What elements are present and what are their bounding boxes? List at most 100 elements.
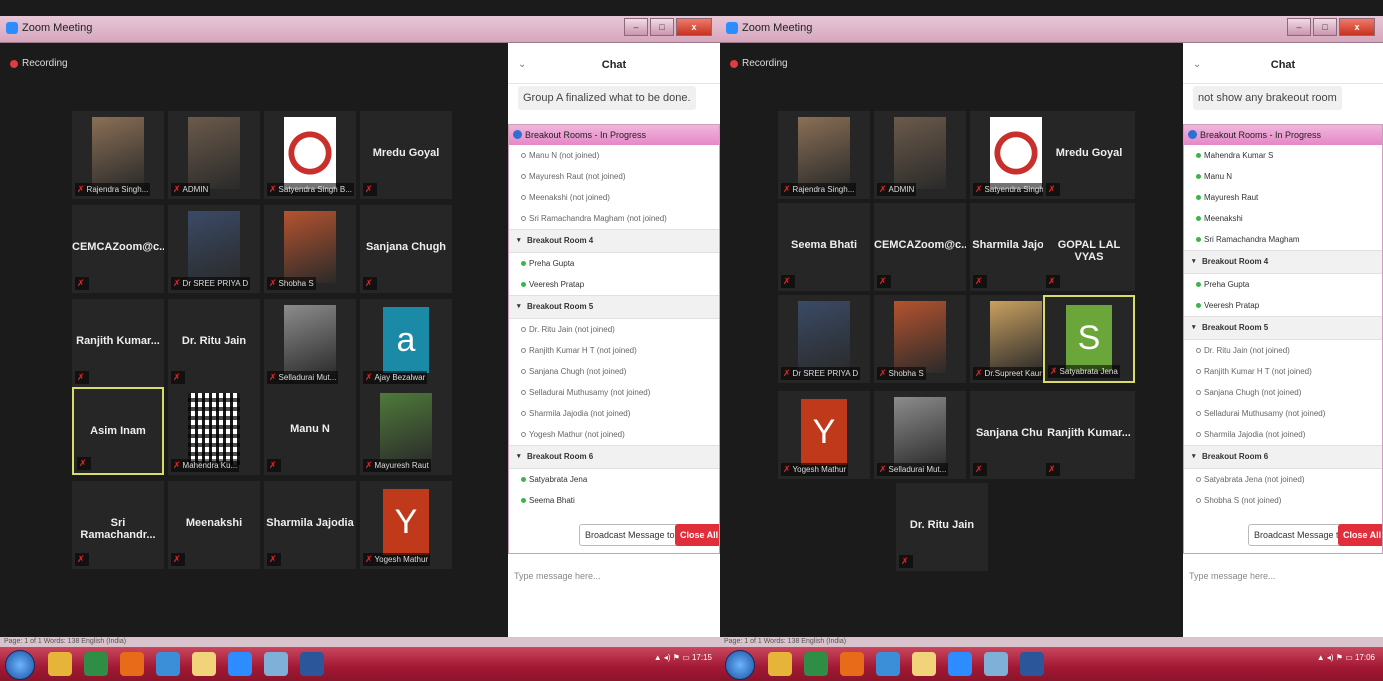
video-tile-rajendra-singh[interactable]: ✗ Rajendra Singh...	[72, 111, 164, 199]
video-tile-satyabrata-jena[interactable]: S ✗ Satyabrata Jena	[1043, 295, 1135, 383]
video-tile-shobha-s[interactable]: ✗ Shobha S	[874, 295, 966, 383]
window-titlebar: Zoom Meeting – □ x	[720, 16, 1383, 43]
chrome-icon[interactable]	[804, 652, 828, 676]
video-tile-rajendra-singh[interactable]: ✗ Rajendra Singh...	[778, 111, 870, 199]
video-tile-admin[interactable]: ✗ ADMIN	[874, 111, 966, 199]
ie-icon[interactable]	[876, 652, 900, 676]
participant-label: ✗	[973, 275, 987, 288]
folder-icon[interactable]	[192, 652, 216, 676]
breakout-row-text: Satyabrata Jena	[529, 475, 588, 484]
chat-input[interactable]: Type message here...	[514, 571, 601, 581]
breakout-row-text: Mayuresh Raut	[1204, 193, 1259, 202]
breakout-room-header[interactable]: ▾ Breakout Room 4	[509, 229, 719, 253]
video-tile-gopal-lal-vyas[interactable]: GOPAL LAL VYAS ✗	[1043, 203, 1135, 291]
chevron-down-icon: ▾	[1192, 453, 1196, 460]
breakout-participant: Dr. Ritu Jain (not joined)	[1184, 340, 1382, 361]
joined-dot-icon	[1196, 153, 1201, 158]
participant-name: Asim Inam	[90, 425, 146, 437]
video-tile-mahendra-ku[interactable]: ✗ Mahendra Ku...	[168, 387, 260, 475]
participant-label: ✗	[171, 371, 185, 384]
app-icon[interactable]	[264, 652, 288, 676]
close-all-rooms-button[interactable]: Close All Ro	[1338, 524, 1382, 546]
breakout-title-bar: Breakout Rooms - In Progress	[509, 125, 719, 145]
word-icon[interactable]	[1020, 652, 1044, 676]
video-tile-manu-n[interactable]: Manu N ✗	[264, 387, 356, 475]
video-tile-dr-ritu-jain[interactable]: Dr. Ritu Jain ✗	[896, 483, 988, 571]
video-tile-selladurai-mut[interactable]: ✗ Selladurai Mut...	[874, 391, 966, 479]
video-tile-mayuresh-raut[interactable]: ✗ Mayuresh Raut	[360, 387, 452, 475]
video-tile-ranjith-kumar[interactable]: Ranjith Kumar... ✗	[1043, 391, 1135, 479]
participant-label-text: Shobha S	[278, 279, 314, 288]
app-icon[interactable]	[984, 652, 1008, 676]
close-window-button[interactable]: x	[676, 18, 712, 36]
minimize-button[interactable]: –	[624, 18, 648, 36]
breakout-room-header[interactable]: ▾ Breakout Room 6	[1184, 445, 1382, 469]
video-tile-dr-sree-priya-d[interactable]: ✗ Dr SREE PRIYA D	[778, 295, 870, 383]
zoom-icon[interactable]	[948, 652, 972, 676]
chrome-icon[interactable]	[84, 652, 108, 676]
explorer-icon[interactable]	[768, 652, 792, 676]
not-joined-dot-icon	[521, 369, 526, 374]
video-tile-meenakshi[interactable]: Meenakshi ✗	[168, 481, 260, 569]
chat-input[interactable]: Type message here...	[1189, 571, 1276, 581]
participant-photo	[894, 117, 946, 189]
maximize-button[interactable]: □	[1313, 18, 1337, 36]
close-window-button[interactable]: x	[1339, 18, 1375, 36]
minimize-button[interactable]: –	[1287, 18, 1311, 36]
participant-name: Sharmila Jajodia	[266, 517, 354, 529]
video-tile-shobha-s[interactable]: ✗ Shobha S	[264, 205, 356, 293]
joined-dot-icon	[521, 261, 526, 266]
participant-name: GOPAL LAL VYAS	[1057, 239, 1121, 263]
explorer-icon[interactable]	[48, 652, 72, 676]
muted-mic-icon: ✗	[77, 278, 85, 288]
video-tile-mredu-goyal[interactable]: Mredu Goyal ✗	[1043, 111, 1135, 199]
avatar-letter: Y	[383, 489, 429, 555]
breakout-room-header[interactable]: ▾ Breakout Room 4	[1184, 250, 1382, 274]
maximize-button[interactable]: □	[650, 18, 674, 36]
video-tile-dr-sree-priya-d[interactable]: ✗ Dr SREE PRIYA D	[168, 205, 260, 293]
start-button[interactable]	[5, 650, 35, 680]
video-tile-cemcazoom-c[interactable]: CEMCAZoom@c... ✗	[874, 203, 966, 291]
video-tile-mredu-goyal[interactable]: Mredu Goyal ✗	[360, 111, 452, 199]
participant-label: ✗	[877, 275, 891, 288]
breakout-room-header[interactable]: ▾ Breakout Room 5	[1184, 316, 1382, 340]
muted-mic-icon: ✗	[77, 184, 85, 194]
participant-label: ✗	[75, 277, 89, 290]
video-tile-satyendra-singh-b[interactable]: ✗ Satyendra Singh B...	[264, 111, 356, 199]
breakout-list: Manu N (not joined) Mayuresh Raut (not jo…	[509, 145, 719, 515]
zoom-icon[interactable]	[228, 652, 252, 676]
muted-mic-icon: ✗	[269, 554, 277, 564]
participant-name: CEMCAZoom@c...	[72, 241, 164, 253]
breakout-room-header[interactable]: ▾ Breakout Room 5	[509, 295, 719, 319]
muted-mic-icon: ✗	[975, 184, 983, 194]
ie-icon[interactable]	[156, 652, 180, 676]
taskbar: ▲ ◂) ⚑ ▭ 17:06	[720, 647, 1383, 681]
video-tile-yogesh-mathur[interactable]: Y ✗ Yogesh Mathur	[360, 481, 452, 569]
muted-mic-icon: ✗	[1050, 366, 1058, 376]
video-tile-asim-inam[interactable]: Asim Inam ✗	[72, 387, 164, 475]
video-tile-dr-ritu-jain[interactable]: Dr. Ritu Jain ✗	[168, 299, 260, 387]
folder-icon[interactable]	[912, 652, 936, 676]
video-tile-admin[interactable]: ✗ ADMIN	[168, 111, 260, 199]
muted-mic-icon: ✗	[77, 554, 85, 564]
video-tile-selladurai-mut[interactable]: ✗ Selladurai Mut...	[264, 299, 356, 387]
video-tile-cemcazoom-c[interactable]: CEMCAZoom@c... ✗	[72, 205, 164, 293]
word-icon[interactable]	[300, 652, 324, 676]
video-tile-sharmila-jajodia[interactable]: Sharmila Jajodia ✗	[264, 481, 356, 569]
video-tile-yogesh-mathur[interactable]: Y ✗ Yogesh Mathur	[778, 391, 870, 479]
video-tile-seema-bhati[interactable]: Seema Bhati ✗	[778, 203, 870, 291]
joined-dot-icon	[1196, 282, 1201, 287]
not-joined-dot-icon	[521, 174, 526, 179]
video-tile-ajay-bezalwar[interactable]: a ✗ Ajay Bezalwar	[360, 299, 452, 387]
close-all-rooms-button[interactable]: Close All Ro	[675, 524, 719, 546]
start-button[interactable]	[725, 650, 755, 680]
breakout-room-header[interactable]: ▾ Breakout Room 6	[509, 445, 719, 469]
video-tile-ranjith-kumar[interactable]: Ranjith Kumar... ✗	[72, 299, 164, 387]
not-joined-dot-icon	[1196, 369, 1201, 374]
muted-mic-icon: ✗	[269, 278, 277, 288]
firefox-icon[interactable]	[840, 652, 864, 676]
firefox-icon[interactable]	[120, 652, 144, 676]
video-tile-sanjana-chugh[interactable]: Sanjana Chugh ✗	[360, 205, 452, 293]
breakout-rooms-window: Breakout Rooms - In Progress Manu N (not…	[508, 124, 720, 554]
video-tile-sri-ramachandr[interactable]: Sri Ramachandr... ✗	[72, 481, 164, 569]
